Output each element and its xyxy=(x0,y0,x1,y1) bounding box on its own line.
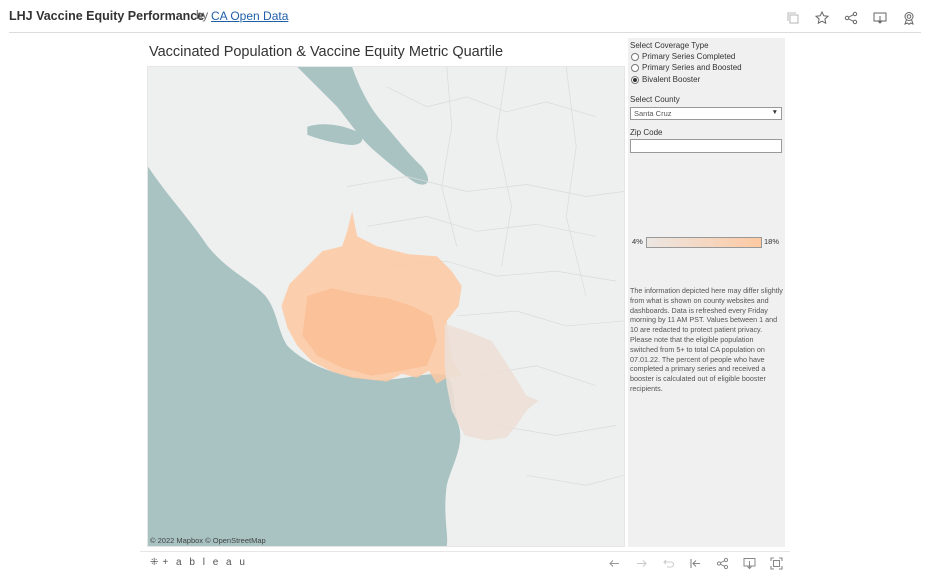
radio-label: Bivalent Booster xyxy=(642,75,701,84)
filter-panel: Select Coverage Type Primary Series Comp… xyxy=(628,38,785,547)
share-icon[interactable] xyxy=(841,8,860,27)
color-legend-bar xyxy=(646,237,762,248)
zip-code-input[interactable] xyxy=(630,139,782,153)
select-county-label: Select County xyxy=(630,95,680,104)
tableau-mark-icon: ⁜ xyxy=(150,557,159,568)
zip-code-label: Zip Code xyxy=(630,128,663,137)
tableau-wordmark: + a b l e a u xyxy=(162,557,248,568)
map-attribution: © 2022 Mapbox © OpenStreetMap xyxy=(150,536,266,545)
header-actions xyxy=(783,8,918,27)
download-icon[interactable] xyxy=(870,8,889,27)
header-divider xyxy=(9,32,921,33)
radio-primary-series-completed[interactable]: Primary Series Completed xyxy=(631,52,735,61)
chevron-down-icon: ▼ xyxy=(771,109,778,116)
redo-icon[interactable] xyxy=(633,555,649,571)
choropleth-map[interactable] xyxy=(147,66,625,547)
radio-button[interactable] xyxy=(631,63,639,72)
radio-label: Primary Series Completed xyxy=(642,52,736,61)
by-label: by xyxy=(196,10,209,22)
author-link[interactable]: CA Open Data xyxy=(211,9,288,23)
revert-all-icon[interactable] xyxy=(687,555,703,571)
share-icon[interactable] xyxy=(714,555,730,571)
toolbar-actions xyxy=(606,555,784,571)
header-bar: LHJ Vaccine Equity Performance by CA Ope… xyxy=(0,0,930,33)
undo-icon[interactable] xyxy=(606,555,622,571)
download-icon[interactable] xyxy=(741,555,757,571)
radio-bivalent-booster[interactable]: Bivalent Booster xyxy=(631,75,700,84)
coverage-type-label: Select Coverage Type xyxy=(630,41,709,50)
viz-title: Vaccinated Population & Vaccine Equity M… xyxy=(149,44,504,60)
workbook-title: LHJ Vaccine Equity Performance xyxy=(9,9,205,23)
fullscreen-icon[interactable] xyxy=(768,555,784,571)
radio-primary-series-boosted[interactable]: Primary Series and Boosted xyxy=(631,63,742,72)
tableau-toolbar: ⁜ + a b l e a u xyxy=(140,551,790,573)
legend-max-label: 18% xyxy=(764,237,780,246)
radio-button[interactable] xyxy=(631,52,639,61)
county-value: Santa Cruz xyxy=(634,109,672,118)
tableau-logo[interactable]: ⁜ + a b l e a u xyxy=(150,557,247,568)
star-icon[interactable] xyxy=(812,8,831,27)
badge-icon[interactable] xyxy=(899,8,918,27)
legend-min-label: 4% xyxy=(632,237,643,246)
copy-icon[interactable] xyxy=(783,8,802,27)
disclaimer-text: The information depicted here may differ… xyxy=(630,286,783,393)
county-dropdown[interactable]: Santa Cruz ▼ xyxy=(630,107,782,120)
radio-label: Primary Series and Boosted xyxy=(642,63,742,72)
revert-icon[interactable] xyxy=(660,555,676,571)
radio-button-selected[interactable] xyxy=(631,75,639,84)
